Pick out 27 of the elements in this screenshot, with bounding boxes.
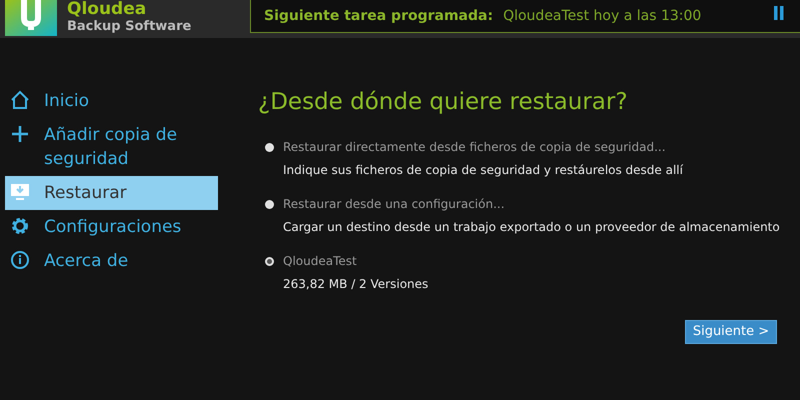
option-description: 263,82 MB / 2 Versiones — [283, 276, 430, 293]
radio-button[interactable] — [265, 256, 274, 266]
radio-button[interactable] — [265, 142, 274, 152]
app-title: Qloudea — [67, 1, 148, 18]
next-button[interactable]: Siguiente > — [685, 320, 777, 344]
logo-icon — [5, 0, 57, 36]
option-label[interactable]: Restaurar desde una configuración... — [283, 195, 505, 213]
sidebar-item[interactable]: Acerca de — [5, 244, 218, 278]
option-description: Indique sus ficheros de copia de seguridad y restáurelos desde allí — [283, 162, 684, 179]
radio-button[interactable] — [265, 200, 274, 208]
schedule-label: Siguiente tarea programada: — [264, 6, 494, 26]
option-label[interactable]: QloudeaTest — [283, 252, 357, 270]
app-subtitle: Backup Software — [67, 20, 192, 33]
home-icon — [10, 90, 30, 110]
option-label[interactable]: Restaurar directamente desde ficheros de copia de seguridad... — [283, 138, 666, 156]
plus-icon — [10, 124, 30, 144]
page-heading: ¿Desde dónde quiere restaurar? — [258, 91, 629, 114]
monitor-icon — [10, 182, 30, 202]
sidebar-item[interactable]: Añadir copia de seguridad — [5, 118, 218, 176]
pause-icon[interactable] — [774, 6, 784, 20]
schedule-value: QloudeaTest hoy a las 13:00 — [503, 6, 702, 26]
settings-icon — [10, 216, 30, 236]
option-description: Cargar un destino desde un trabajo exportado o un proveedor de almacenamiento — [283, 219, 781, 236]
info-icon — [10, 250, 30, 270]
sidebar-item[interactable]: Restaurar — [5, 176, 218, 210]
sidebar-item[interactable]: Configuraciones — [5, 210, 218, 244]
sidebar-item[interactable]: Inicio — [5, 84, 218, 118]
